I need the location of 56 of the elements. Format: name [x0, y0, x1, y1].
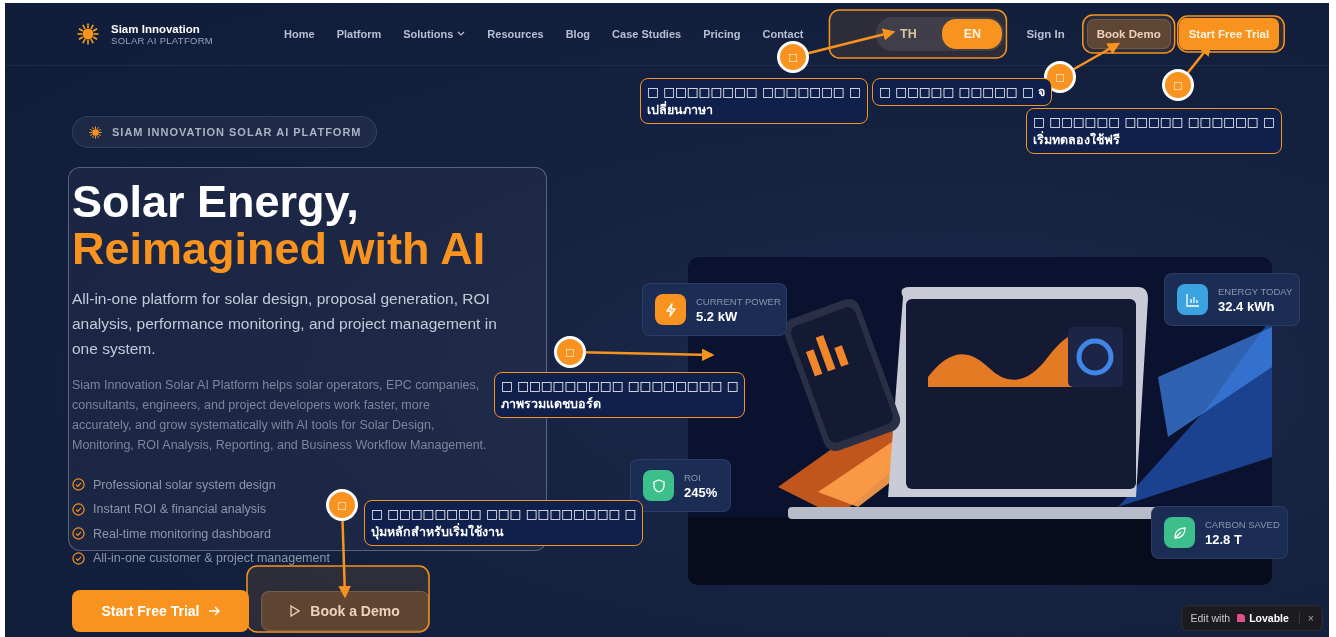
badge-text: SIAM INNOVATION SOLAR AI PLATFORM — [112, 126, 362, 138]
callout-text: □ □□□□□□□□□ □□□□□□□□ □ — [501, 377, 739, 395]
callout-text: เปลี่ยนภาษา — [647, 101, 714, 119]
hero-title-highlight: Reimagined with AI — [72, 225, 487, 272]
check-circle-icon — [72, 502, 85, 516]
callout-text: ภาพรวมแดชบอร์ด — [501, 395, 602, 413]
sign-in-link[interactable]: Sign In — [1026, 28, 1065, 40]
play-icon — [290, 605, 301, 617]
nav-link[interactable]: Home — [284, 28, 315, 40]
leaf-icon — [1173, 526, 1186, 539]
stat-label: ENERGY TODAY — [1218, 285, 1293, 297]
nav-link[interactable]: Pricing — [703, 28, 741, 40]
shield-icon — [652, 478, 665, 493]
stat-label: ROI — [684, 471, 702, 483]
hero-subtitle: All-in-one platform for solar design, proposal generation, ROI analysis, performance monitoring, and project management in one system. — [72, 289, 498, 359]
nav-link[interactable]: Platform — [336, 28, 382, 40]
callout-text: ปุ่มหลักสำหรับเริ่มใช้งาน — [371, 523, 505, 541]
feature-text: Real-time monitoring dashboard — [93, 526, 271, 541]
brand-tagline: SOLAR AI PLATFORM — [111, 34, 214, 46]
hero-title: Solar Energy, — [72, 178, 360, 225]
stat-value: 32.4 kWh — [1218, 298, 1276, 314]
stat-value: 12.8 T — [1205, 531, 1243, 547]
stat-label: CARBON SAVED — [1205, 518, 1280, 530]
callout-text: □ □□□□□□□□ □□□ □□□□□□□□ □ — [371, 505, 637, 523]
nav-link[interactable]: Resources — [487, 28, 544, 40]
nav-link[interactable]: Contact — [762, 28, 804, 40]
check-circle-icon — [72, 478, 85, 492]
nav-link[interactable]: Case Studies — [612, 28, 682, 40]
nav-link[interactable]: Solutions — [403, 28, 466, 40]
feature-text: Professional solar system design — [93, 477, 276, 492]
nav-link[interactable]: Blog — [565, 28, 591, 40]
language-option[interactable]: TH — [878, 19, 939, 49]
stat-value: 5.2 kW — [696, 308, 739, 324]
check-circle-icon — [72, 527, 85, 541]
feature-text: Instant ROI & financial analysis — [93, 502, 266, 517]
edit-with-label: Edit with — [1190, 612, 1231, 624]
heart-logo-icon — [1236, 613, 1247, 623]
hero-description: Siam Innovation Solar AI Platform helps solar operators, EPC companies, consultants, engineers, and project developers work faster, more accurately, and grow systematically with AI tools for Solar Design, Monitoring, ROI Analysis, Reporting, and Business Workflow Management. — [72, 377, 488, 454]
book-demo-button[interactable]: Book a Demo — [261, 591, 429, 631]
lightning-icon — [665, 302, 676, 317]
book-demo-button[interactable]: Book Demo — [1086, 19, 1171, 49]
sun-icon — [89, 125, 102, 139]
feature-text: All-in-one customer & project management — [93, 551, 330, 566]
callout-text: □ □□□□□□ □□□□□ □□□□□□ □ — [1033, 113, 1275, 131]
brand-label: Lovable — [1249, 612, 1289, 624]
stat-value: 245% — [684, 484, 718, 500]
callout-text: □ □□□□□□□□ □□□□□□□ □ — [647, 83, 861, 101]
stat-label: CURRENT POWER — [696, 295, 781, 307]
arrow-right-icon — [207, 606, 220, 616]
edit-with-badge[interactable]: Edit with Lovable × — [1181, 605, 1323, 631]
bar-chart-icon — [1185, 292, 1200, 307]
brand-name: Siam Innovation — [111, 22, 201, 35]
check-circle-icon — [72, 551, 85, 565]
callout-text: □ □□□□□ □□□□□ □ จ — [879, 83, 1046, 101]
callout-text: เริ่มทดลองใช้ฟรี — [1033, 131, 1121, 149]
sun-icon — [77, 23, 99, 45]
